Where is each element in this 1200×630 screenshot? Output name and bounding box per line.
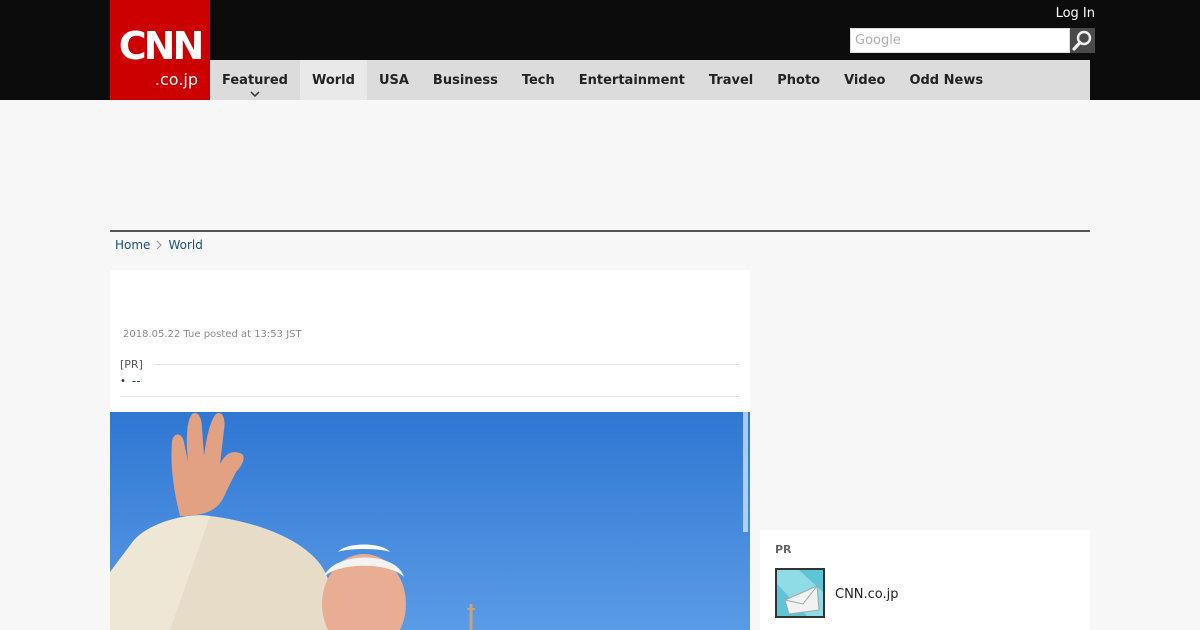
article-photo: [110, 412, 750, 630]
mail-thumbnail-icon[interactable]: [775, 568, 825, 618]
nav-travel[interactable]: Travel: [697, 60, 765, 100]
pr-list-item: • --: [120, 374, 141, 388]
nav-label: Entertainment: [578, 72, 685, 88]
bullet-icon: •: [120, 375, 126, 387]
search-input[interactable]: [850, 28, 1070, 53]
search-icon: [1072, 30, 1092, 51]
sidebar-pr-label: PR: [775, 543, 792, 556]
nav-world[interactable]: World: [299, 60, 367, 100]
main-nav: Featured World USA Business Tech Enterta…: [210, 60, 1090, 100]
nav-label: Video: [844, 72, 886, 88]
nav-label: Travel: [708, 72, 754, 88]
cnn-logo[interactable]: CNN .co.jp: [110, 0, 210, 100]
nav-label: USA: [378, 72, 409, 88]
nav-video[interactable]: Video: [832, 60, 897, 100]
logo-text: CNN: [118, 24, 205, 68]
chevron-down-icon: [250, 91, 260, 97]
breadcrumb-world[interactable]: World: [168, 238, 202, 252]
divider: [120, 396, 740, 397]
pr-label: [PR]: [120, 358, 143, 371]
nav-tech[interactable]: Tech: [510, 60, 567, 100]
nav-label: Tech: [521, 72, 555, 88]
login-link[interactable]: Log In: [1056, 6, 1095, 21]
sidebar-pr-card: PR CNN.co.jp: [760, 530, 1090, 630]
post-timestamp: 2018.05.22 Tue posted at 13:53 JST: [123, 329, 302, 340]
nav-entertainment[interactable]: Entertainment: [567, 60, 697, 100]
nav-usa[interactable]: USA: [367, 60, 421, 100]
nav-photo[interactable]: Photo: [765, 60, 832, 100]
nav-business[interactable]: Business: [421, 60, 510, 100]
divider: [152, 364, 740, 365]
nav-odd-news[interactable]: Odd News: [897, 60, 995, 100]
thumbnail-graphic: [777, 570, 823, 616]
logo-subtext: .co.jp: [154, 70, 198, 89]
nav-label: Odd News: [909, 72, 984, 88]
section-divider: [110, 230, 1090, 232]
pr-header: [PR]: [120, 358, 740, 371]
nav-label: World: [311, 72, 355, 88]
article-card: 2018.05.22 Tue posted at 13:53 JST [PR] …: [110, 270, 750, 630]
nav-label: Business: [432, 72, 498, 88]
chevron-right-icon: [157, 240, 163, 250]
sidebar-item-name[interactable]: CNN.co.jp: [835, 587, 899, 602]
nav-label: Featured: [222, 72, 288, 88]
pr-link[interactable]: --: [132, 374, 141, 388]
nav-label: Photo: [777, 72, 821, 88]
nav-featured[interactable]: Featured: [210, 60, 300, 100]
breadcrumb: Home World: [115, 238, 203, 252]
breadcrumb-home[interactable]: Home: [115, 238, 150, 252]
search-button[interactable]: [1070, 28, 1095, 53]
